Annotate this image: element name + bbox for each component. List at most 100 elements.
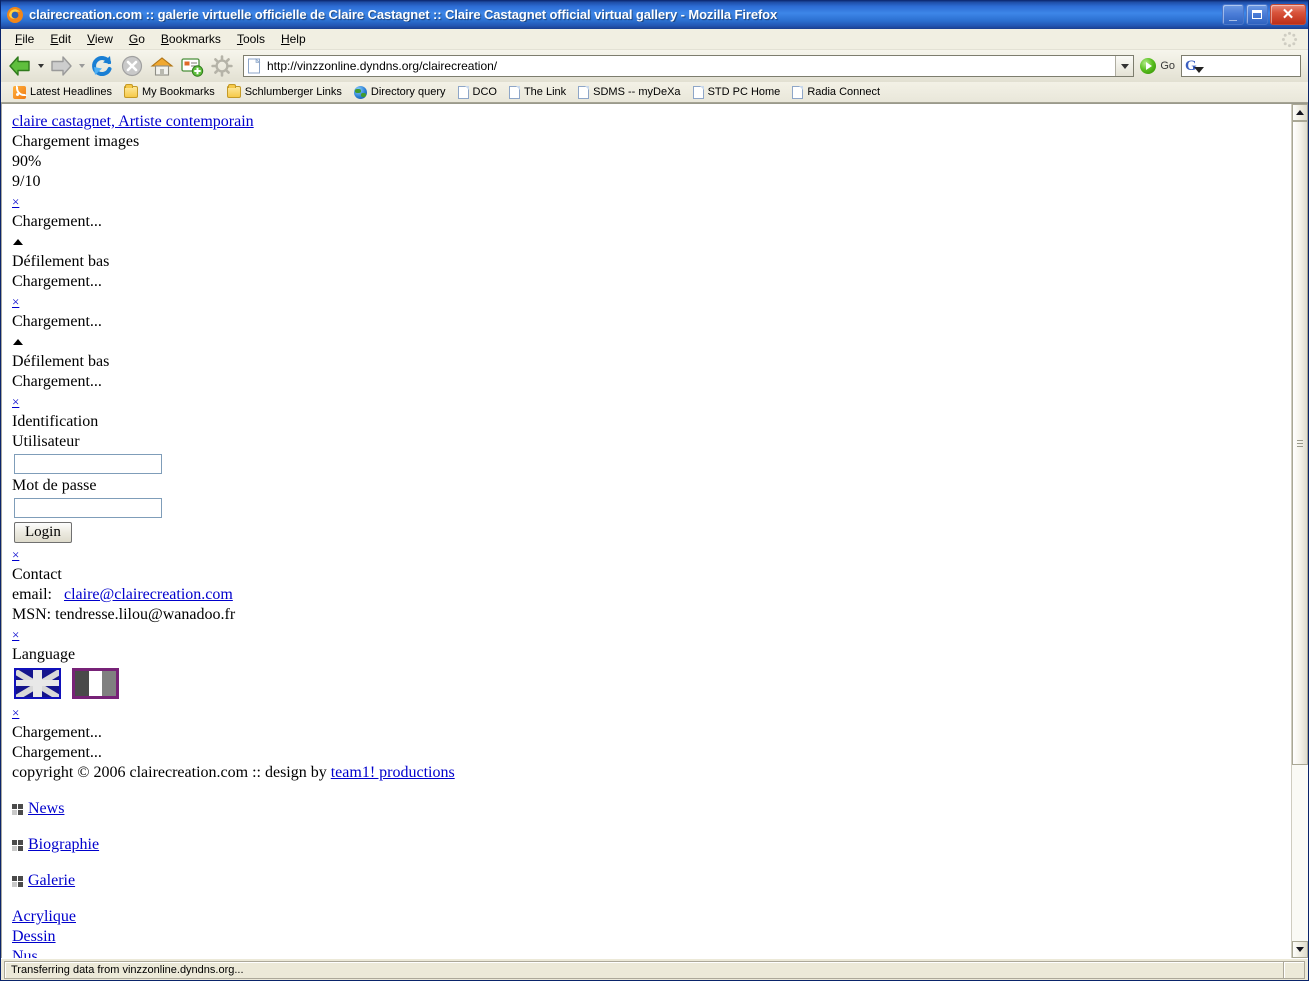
broken-image-alt[interactable]: × [12,295,19,309]
bookmark-radia-connect[interactable]: Radia Connect [787,85,885,100]
google-icon[interactable]: G [1185,58,1204,74]
site-title-link-row: claire castagnet, Artiste contemporain [12,112,1291,132]
broken-image-alt[interactable]: × [12,195,19,209]
gallery-sublinks: Acrylique Dessin Nus Huile [12,907,1291,958]
scrollbar-thumb[interactable] [1292,121,1308,765]
site-title-link[interactable]: claire castagnet, Artiste contemporain [12,113,254,130]
scroll-down-label[interactable]: Défilement bas [12,352,1291,372]
menu-tools[interactable]: Tools [229,31,273,47]
menu-view[interactable]: View [79,31,121,47]
title-bar: clairecreation.com :: galerie virtuelle … [1,0,1308,29]
rss-icon [13,84,27,99]
broken-image-alt[interactable]: × [12,548,19,562]
loading-text: Chargement... [12,373,102,390]
page-icon [692,85,704,99]
scrollbar-track[interactable] [1292,121,1308,941]
bookmark-directory-query[interactable]: Directory query [349,85,451,100]
scroll-down-button[interactable] [1292,941,1308,958]
scroll-up-triangle-row[interactable] [12,232,1291,252]
broken-image-placeholder[interactable]: × [12,545,1291,565]
broken-image-placeholder[interactable]: × [12,392,1291,412]
scroll-up-button[interactable] [1292,104,1308,121]
username-input[interactable] [14,454,162,474]
login-button[interactable]: Login [14,522,72,543]
reload-button[interactable] [87,52,117,80]
bookmark-schlumberger-links[interactable]: Schlumberger Links [222,84,347,99]
site-nav: News Biographie Galerie Acrylique Dessin… [12,799,1291,958]
content-area: claire castagnet, Artiste contemporain C… [1,103,1308,958]
broken-image-placeholder[interactable]: × [12,703,1291,723]
nav-item-biographie[interactable]: Biographie [12,835,1291,855]
nav-link-galerie[interactable]: Galerie [28,871,75,891]
triangle-up-icon[interactable] [13,339,23,345]
gallery-link-nus[interactable]: Nus [12,948,38,958]
scroll-down-label[interactable]: Défilement bas [12,252,1291,272]
bookmark-dco[interactable]: DCO [453,85,502,100]
gallery-link-acrylique[interactable]: Acrylique [12,908,76,925]
maximize-button[interactable] [1246,4,1268,25]
page-icon [457,85,469,99]
bookmark-label: DCO [472,86,497,98]
bookmark-latest-headlines[interactable]: Latest Headlines [8,84,117,100]
united-kingdom-flag-icon[interactable] [14,668,61,699]
forward-dropdown[interactable] [76,52,87,80]
back-dropdown[interactable] [35,52,46,80]
bullet-icon [12,839,23,851]
bookmark-sdms-mydexa[interactable]: SDMS -- myDeXa [573,85,685,100]
nav-item-galerie[interactable]: Galerie [12,871,1291,891]
address-bar[interactable]: http://vinzzonline.dyndns.org/clairecrea… [243,55,1135,77]
broken-image-placeholder[interactable]: × [12,192,1291,212]
search-box[interactable]: G [1181,55,1301,77]
broken-image-placeholder[interactable]: × [12,625,1291,645]
minimize-button[interactable]: _ [1222,4,1244,25]
stop-button[interactable] [117,52,147,80]
bookmark-label: Radia Connect [807,86,881,98]
page-icon [508,85,520,99]
gallery-link-dessin[interactable]: Dessin [12,928,56,945]
bookmark-my-bookmarks[interactable]: My Bookmarks [119,84,220,99]
france-flag-icon[interactable] [72,668,119,699]
nav-item-news[interactable]: News [12,799,1291,819]
triangle-up-icon[interactable] [13,239,23,245]
bullet-icon [12,875,23,887]
close-button[interactable]: ✕ [1270,4,1306,25]
go-label: Go [1160,60,1175,72]
password-label: Mot de passe [12,477,97,494]
language-flags [14,668,1291,699]
back-button[interactable] [5,52,35,80]
loading-images-label: Chargement images [12,133,140,150]
designer-link[interactable]: team1! productions [331,764,455,781]
forward-button[interactable] [46,52,76,80]
contact-email-row: email: claire@clairecreation.com [12,585,1291,605]
menu-edit[interactable]: Edit [42,31,79,47]
password-input[interactable] [14,498,162,518]
bullet-icon [12,803,23,815]
loading-text: Chargement... [12,273,102,290]
address-input[interactable]: http://vinzzonline.dyndns.org/clairecrea… [267,59,1115,73]
go-button[interactable]: Go [1138,58,1181,74]
email-link[interactable]: claire@clairecreation.com [64,586,233,603]
vertical-scrollbar[interactable] [1291,104,1308,958]
add-bookmark-button[interactable] [177,52,207,80]
nav-link-biographie[interactable]: Biographie [28,835,99,855]
page-icon [792,85,804,99]
address-dropdown-button[interactable] [1115,56,1134,76]
loading-text: Chargement... [12,213,102,230]
menu-bookmarks[interactable]: Bookmarks [153,31,229,47]
scroll-up-triangle-row[interactable] [12,332,1291,352]
menu-go[interactable]: Go [121,31,153,47]
home-button[interactable] [147,52,177,80]
broken-image-alt[interactable]: × [12,628,19,642]
bookmark-label: Schlumberger Links [244,86,342,98]
nav-link-news[interactable]: News [28,799,64,819]
bookmark-std-pc-home[interactable]: STD PC Home [688,85,786,100]
broken-image-placeholder[interactable]: × [12,292,1291,312]
bookmark-label: Latest Headlines [30,86,112,98]
menu-help[interactable]: Help [273,31,314,47]
copyright-row: copyright © 2006 clairecreation.com :: d… [12,763,1291,783]
bookmark-the-link[interactable]: The Link [504,85,571,100]
gear-icon[interactable] [207,52,237,80]
broken-image-alt[interactable]: × [12,395,19,409]
broken-image-alt[interactable]: × [12,706,19,720]
menu-file[interactable]: File [7,31,42,47]
